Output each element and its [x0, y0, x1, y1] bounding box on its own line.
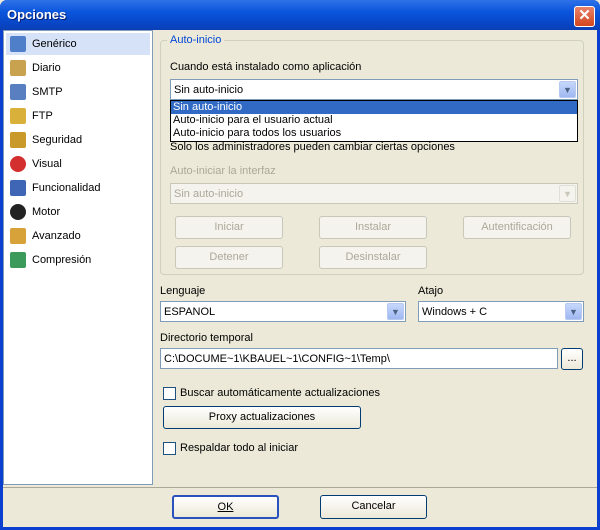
- dropdown-option[interactable]: Auto-inicio para el usuario actual: [171, 114, 577, 127]
- temp-directory-input[interactable]: C:\DOCUME~1\KBAUEL~1\CONFIG~1\Temp\: [160, 348, 558, 369]
- key-icon: [10, 108, 26, 124]
- iniciar-button[interactable]: Iniciar: [175, 216, 283, 239]
- buscar-actualizaciones-label: Buscar automáticamente actualizaciones: [180, 387, 380, 399]
- cancel-button[interactable]: Cancelar: [320, 495, 427, 519]
- lenguaje-select[interactable]: ESPANOL ▼: [160, 301, 406, 322]
- sidebar-item-label: SMTP: [32, 86, 63, 98]
- directorio-label: Directorio temporal: [160, 332, 253, 344]
- atajo-label: Atajo: [418, 285, 444, 297]
- sidebar-item-motor[interactable]: Motor: [6, 201, 150, 223]
- installed-autostart-value: Sin auto-inicio: [174, 84, 244, 96]
- sidebar-item-label: Motor: [32, 206, 61, 218]
- close-icon: ✕: [578, 7, 591, 24]
- sidebar-item-visual[interactable]: Visual: [6, 153, 150, 175]
- instalar-button[interactable]: Instalar: [319, 216, 427, 239]
- sidebar-item-smtp[interactable]: SMTP: [6, 81, 150, 103]
- computer-icon: [10, 180, 26, 196]
- chevron-down-icon[interactable]: ▼: [559, 81, 576, 98]
- sidebar-item-seguridad[interactable]: Seguridad: [6, 129, 150, 151]
- dropdown-option[interactable]: Sin auto-inicio: [171, 101, 577, 114]
- autostart-dropdown-list: Sin auto-inicio Auto-inicio para el usua…: [170, 100, 578, 142]
- sidebar-item-avanzado[interactable]: Avanzado: [6, 225, 150, 247]
- sidebar-item-funcionalidad[interactable]: Funcionalidad: [6, 177, 150, 199]
- desinstalar-button[interactable]: Desinstalar: [319, 246, 427, 269]
- dropdown-option[interactable]: Auto-inicio para todos los usuarios: [171, 127, 577, 140]
- notebook-icon: [10, 60, 26, 76]
- options-dialog: Opciones ✕ Genérico Diario SMTP FTP Segu…: [0, 0, 600, 530]
- autentificacion-button[interactable]: Autentificación: [463, 216, 571, 239]
- browse-button[interactable]: ...: [561, 348, 583, 370]
- category-sidebar: Genérico Diario SMTP FTP Seguridad Visua…: [3, 30, 153, 485]
- installed-label: Cuando está instalado como aplicación: [170, 61, 362, 73]
- sidebar-item-label: Diario: [32, 62, 61, 74]
- footer-divider: [3, 487, 597, 488]
- interface-label: Auto-iniciar la interfaz: [170, 165, 276, 177]
- buscar-actualizaciones-checkbox[interactable]: [163, 387, 176, 400]
- respaldar-checkbox[interactable]: [163, 442, 176, 455]
- bomb-icon: [10, 204, 26, 220]
- chevron-down-icon[interactable]: ▼: [387, 303, 404, 320]
- title-bar[interactable]: Opciones ✕: [0, 0, 600, 30]
- proxy-actualizaciones-button[interactable]: Proxy actualizaciones: [163, 406, 361, 429]
- sidebar-item-label: Seguridad: [32, 134, 83, 146]
- sidebar-item-label: Visual: [32, 158, 62, 170]
- archive-icon: [10, 252, 26, 268]
- installed-autostart-select[interactable]: Sin auto-inicio ▼: [170, 79, 578, 100]
- chevron-down-icon[interactable]: ▼: [559, 185, 576, 202]
- padlock-icon: [10, 132, 26, 148]
- autoinicio-group: [160, 40, 584, 275]
- list-icon: [10, 36, 26, 52]
- sidebar-item-label: FTP: [32, 110, 53, 122]
- interface-autostart-select[interactable]: Sin auto-inicio ▼: [170, 183, 578, 204]
- window-title: Opciones: [7, 7, 67, 22]
- close-button[interactable]: ✕: [574, 6, 595, 27]
- sidebar-item-label: Genérico: [32, 38, 77, 50]
- sidebar-item-compresion[interactable]: Compresión: [6, 249, 150, 271]
- atajo-value: Windows + C: [422, 306, 488, 318]
- envelope-icon: [10, 84, 26, 100]
- chevron-down-icon[interactable]: ▼: [565, 303, 582, 320]
- sidebar-item-diario[interactable]: Diario: [6, 57, 150, 79]
- dialog-body: Genérico Diario SMTP FTP Seguridad Visua…: [3, 30, 597, 527]
- lenguaje-value: ESPANOL: [164, 306, 216, 318]
- interface-autostart-value: Sin auto-inicio: [174, 188, 244, 200]
- autoinicio-legend: Auto-inicio: [167, 34, 225, 46]
- sidebar-item-label: Funcionalidad: [32, 182, 101, 194]
- ok-button[interactable]: OK: [172, 495, 279, 519]
- atajo-select[interactable]: Windows + C ▼: [418, 301, 584, 322]
- sidebar-item-label: Compresión: [32, 254, 92, 266]
- temp-directory-value: C:\DOCUME~1\KBAUEL~1\CONFIG~1\Temp\: [164, 353, 390, 365]
- admin-note: Solo los administradores pueden cambiar …: [170, 141, 455, 153]
- detener-button[interactable]: Detener: [175, 246, 283, 269]
- sidebar-item-label: Avanzado: [32, 230, 81, 242]
- heart-icon: [10, 156, 26, 172]
- sidebar-item-generico[interactable]: Genérico: [6, 33, 150, 55]
- sidebar-item-ftp[interactable]: FTP: [6, 105, 150, 127]
- box-icon: [10, 228, 26, 244]
- respaldar-label: Respaldar todo al iniciar: [180, 442, 299, 454]
- lenguaje-label: Lenguaje: [160, 285, 206, 297]
